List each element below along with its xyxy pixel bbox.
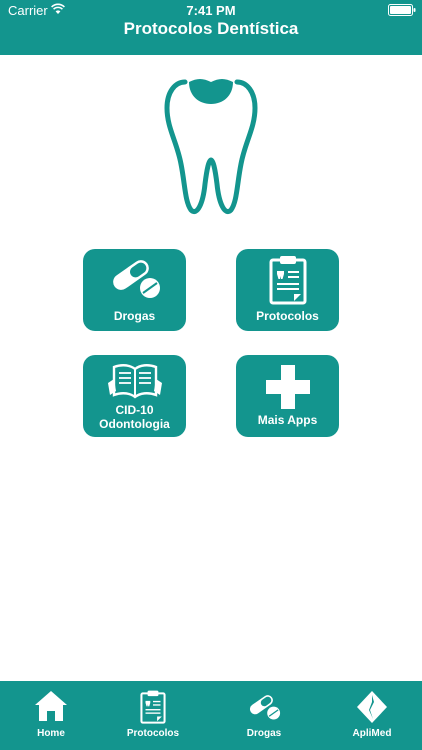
tab-protocolos[interactable]: Protocolos [108, 681, 198, 750]
status-bar: Carrier 7:41 PM [0, 0, 422, 20]
page-title: Protocolos Dentística [123, 19, 299, 38]
cid10-tile-label: CID-10 Odontologia [83, 403, 186, 431]
open-book-icon [107, 364, 162, 399]
plus-icon [265, 365, 310, 409]
status-time: 7:41 PM [186, 3, 236, 18]
battery-icon [388, 4, 416, 16]
clipboard-icon [140, 690, 166, 724]
cid10-label-line1: CID-10 [115, 403, 154, 417]
tooth-icon [164, 79, 258, 214]
tab-drogas-label: Drogas [246, 728, 282, 739]
home-icon [35, 691, 67, 721]
tab-home-label: Home [37, 728, 65, 739]
mais-apps-tile[interactable]: Mais Apps [236, 355, 339, 437]
cid10-label-line2: Odontologia [99, 417, 170, 431]
tab-home[interactable]: Home [6, 681, 96, 750]
tab-aplimed[interactable]: ApliMed [327, 681, 417, 750]
tab-bar: Home Protocolos Drogas ApliMed [0, 681, 422, 750]
aplimed-logo-icon [357, 691, 387, 723]
clipboard-icon [269, 256, 306, 305]
app-header: Carrier 7:41 PM Protocolos Dentística [0, 0, 422, 55]
tab-aplimed-label: ApliMed [352, 728, 392, 739]
tab-drogas[interactable]: Drogas [219, 681, 309, 750]
protocolos-tile[interactable]: Protocolos [236, 249, 339, 331]
protocolos-tile-label: Protocolos [256, 309, 319, 323]
cid10-tile[interactable]: CID-10 Odontologia [83, 355, 186, 437]
pills-icon [112, 260, 160, 298]
mais-apps-tile-label: Mais Apps [257, 413, 318, 427]
tab-protocolos-label: Protocolos [126, 728, 180, 739]
pills-icon [249, 695, 281, 720]
drogas-tile[interactable]: Drogas [83, 249, 186, 331]
drogas-tile-label: Drogas [113, 309, 156, 323]
